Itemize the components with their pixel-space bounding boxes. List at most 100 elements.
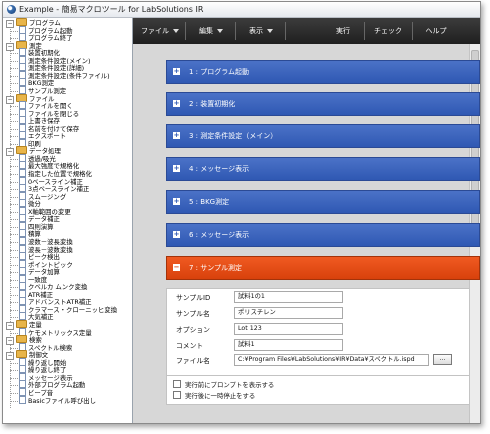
tree-connector: [10, 294, 18, 296]
toolbar: ファイル 編集 表示 実行 チェック ヘルプ: [133, 18, 480, 44]
tree-connector: [10, 60, 18, 62]
menu-edit[interactable]: 編集: [191, 18, 231, 44]
tree-connector: [10, 106, 18, 108]
command-icon: [19, 85, 26, 94]
tree-connector: [10, 166, 18, 168]
app-window: Example - 簡易マクロツール for LabSolutions IR −…: [2, 1, 481, 424]
chevron-down-icon: [267, 29, 273, 33]
tree-connector: [10, 158, 18, 160]
collapse-toggle-icon[interactable]: −: [6, 352, 14, 361]
macro-step-title: 3 : 測定条件設定（メイン）: [189, 132, 278, 140]
help-button[interactable]: ヘルプ: [415, 18, 457, 44]
option-field[interactable]: Lot 123: [234, 323, 343, 335]
collapse-toggle-icon[interactable]: −: [6, 337, 14, 346]
tree-connector: [10, 30, 18, 32]
tree-connector: [10, 68, 18, 70]
tree-connector: [10, 272, 18, 274]
command-tree[interactable]: − プログラム プログラム起動 プログラム終了 − 測定 装置初期化 測定条件設定(メイン) 測…: [3, 18, 133, 423]
command-icon: [19, 33, 26, 42]
collapse-toggle-icon[interactable]: −: [6, 95, 14, 104]
expand-icon[interactable]: +: [173, 132, 180, 139]
expand-icon[interactable]: +: [173, 165, 180, 172]
tree-connector: [10, 83, 18, 85]
tree-connector: [10, 347, 18, 349]
tree-connector: [10, 219, 18, 221]
title-bar: Example - 簡易マクロツール for LabSolutions IR: [3, 2, 480, 18]
check-button[interactable]: チェック: [367, 18, 409, 44]
macro-step-header[interactable]: +6 : メッセージ表示: [166, 223, 480, 247]
sample-id-field[interactable]: 試料1の1: [234, 291, 343, 303]
tree-connector: [10, 400, 18, 402]
macro-steps-area: サンプルID 試料1の1 サンプル名 ポリスチレン オプション Lot 123 …: [133, 44, 480, 423]
collapse-icon[interactable]: −: [173, 264, 180, 271]
macro-step-title: 5 : BKG測定: [189, 198, 230, 206]
prompt-checkbox-label: 実行前にプロンプトを表示する: [185, 381, 275, 389]
tree-connector: [10, 385, 18, 387]
collapse-toggle-icon[interactable]: −: [6, 148, 14, 157]
tree-connector: [10, 317, 18, 319]
macro-step-title: 4 : メッセージ表示: [189, 165, 250, 173]
collapse-toggle-icon[interactable]: −: [6, 20, 14, 28]
tree-connector: [10, 181, 18, 183]
collapse-toggle-icon[interactable]: −: [6, 322, 14, 330]
macro-step-header[interactable]: − 7 : サンプル測定: [166, 256, 480, 280]
macro-step-header[interactable]: +3 : 測定条件設定（メイン）: [166, 124, 480, 148]
macro-step-header[interactable]: +1 : プログラム起動: [166, 60, 480, 84]
toolbar-separator: [412, 22, 413, 40]
tree-item[interactable]: Basicファイル呼び出し: [19, 395, 97, 406]
tree-connector: [10, 143, 18, 145]
tree-connector: [10, 38, 18, 40]
command-icon: [19, 395, 26, 404]
tree-connector: [10, 113, 18, 115]
sample-name-field[interactable]: ポリスチレン: [234, 307, 343, 319]
file-name-label: ファイル名: [176, 357, 210, 365]
macro-step-header[interactable]: +5 : BKG測定: [166, 190, 480, 214]
option-label: オプション: [176, 326, 210, 334]
tree-connector: [10, 279, 18, 281]
run-button[interactable]: 実行: [325, 18, 361, 44]
sample-name-label: サンプル名: [176, 310, 210, 318]
tree-connector: [10, 189, 18, 191]
toolbar-separator: [235, 22, 236, 40]
prompt-checkbox[interactable]: [173, 380, 181, 388]
file-name-field[interactable]: C:¥Program Files¥LabSolutions¥IR¥Data¥スペ…: [234, 354, 429, 366]
expand-icon[interactable]: +: [173, 231, 180, 238]
browse-button[interactable]: ...: [433, 354, 452, 365]
collapse-toggle-icon[interactable]: −: [6, 42, 14, 51]
pause-after-run-option[interactable]: 実行後に一時停止をする: [173, 391, 255, 400]
tree-connector: [10, 392, 18, 394]
tree-connector: [10, 309, 18, 311]
options-panel: 実行前にプロンプトを表示する 実行後に一時停止をする: [166, 375, 480, 405]
macro-step-header[interactable]: +2 : 装置初期化: [166, 92, 480, 116]
macro-step-title: 6 : メッセージ表示: [189, 231, 250, 239]
toolbar-separator: [185, 22, 186, 40]
expand-icon[interactable]: +: [173, 68, 180, 75]
tree-connector: [10, 264, 18, 266]
tree-connector: [10, 128, 18, 130]
prompt-before-run-option[interactable]: 実行前にプロンプトを表示する: [173, 380, 274, 389]
tree-label: Basicファイル呼び出し: [28, 396, 97, 405]
expand-icon[interactable]: +: [173, 198, 180, 205]
tree-connector: [10, 287, 18, 289]
tree-connector: [10, 241, 18, 243]
menu-view[interactable]: 表示: [241, 18, 281, 44]
tree-connector: [10, 121, 18, 123]
tree-connector: [10, 211, 18, 213]
macro-step-title: 2 : 装置初期化: [189, 100, 236, 108]
comment-field[interactable]: 試料1: [234, 339, 343, 351]
tree-connector: [10, 204, 18, 206]
macro-step-header[interactable]: +4 : メッセージ表示: [166, 157, 480, 181]
tree-connector: [10, 196, 18, 198]
tree-connector: [10, 136, 18, 138]
sample-measure-panel: サンプルID 試料1の1 サンプル名 ポリスチレン オプション Lot 123 …: [166, 288, 480, 377]
menu-file[interactable]: ファイル: [139, 18, 181, 44]
tree-connector: [10, 370, 18, 372]
chevron-down-icon: [173, 29, 179, 33]
pause-checkbox[interactable]: [173, 391, 181, 399]
menu-edit-label: 編集: [199, 27, 213, 35]
app-icon: [7, 5, 16, 14]
tree-connector: [10, 53, 18, 55]
sample-id-label: サンプルID: [176, 294, 211, 302]
window-title: Example - 簡易マクロツール for LabSolutions IR: [19, 5, 204, 14]
expand-icon[interactable]: +: [173, 100, 180, 107]
